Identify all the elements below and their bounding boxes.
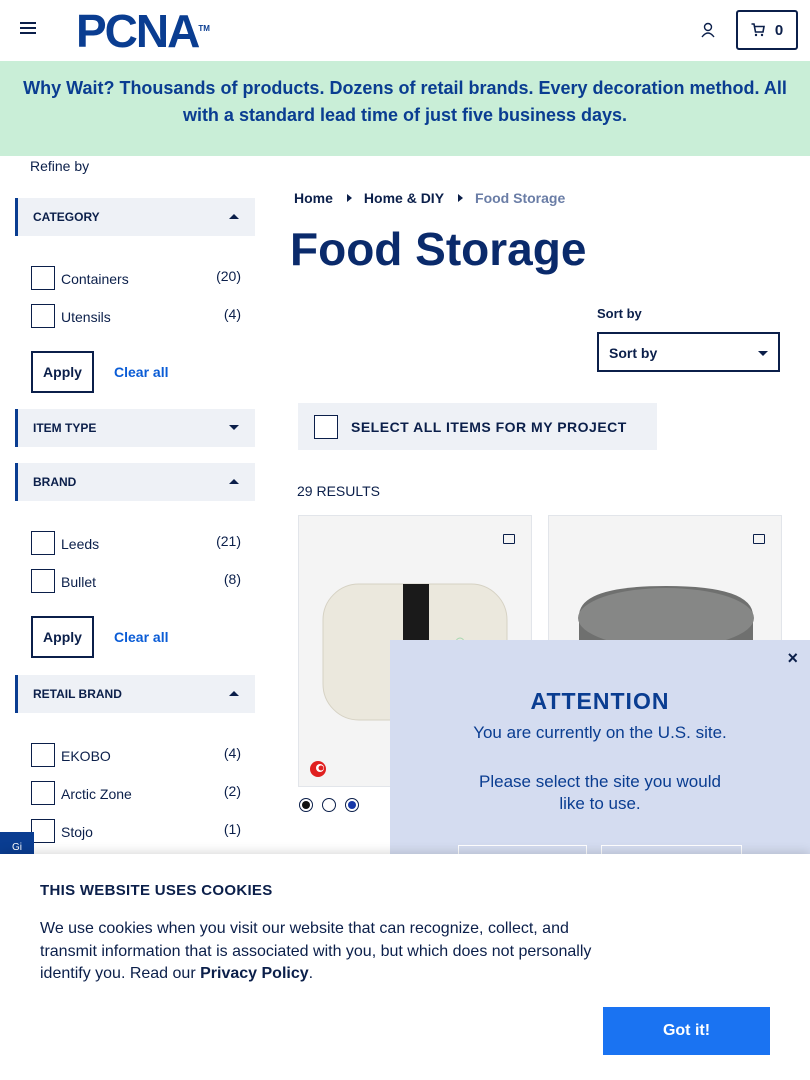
modal-message-3: like to use. [559,794,641,813]
facet-option-bullet[interactable]: Bullet (8) [31,565,243,593]
option-count: (2) [223,783,241,799]
apply-category-button[interactable]: Apply [31,351,94,393]
refine-by-label: Refine by [30,158,90,174]
promo-banner: Why Wait? Thousands of products. Dozens … [0,61,810,156]
option-count: (21) [216,533,241,549]
facet-title: CATEGORY [33,210,100,224]
side-tab-text: Gi [12,842,22,853]
facet-option-utensils[interactable]: Utensils (4) [31,300,243,328]
page: PCNATM 0 Why Wait? Thousands of products… [0,0,810,1080]
color-swatches [299,798,359,812]
cart-button[interactable]: 0 [736,10,798,50]
option-label: EKOBO [61,748,111,764]
modal-message-2: Please select the site you would [479,772,721,791]
clear-all-category-link[interactable]: Clear all [114,364,168,380]
clear-all-brand-link[interactable]: Clear all [114,629,168,645]
option-label: Arctic Zone [61,786,132,802]
option-label: Utensils [61,309,111,325]
page-title: Food Storage [290,223,587,275]
facet-option-stojo[interactable]: Stojo (1) [31,815,243,843]
facet-option-leeds[interactable]: Leeds (21) [31,527,243,555]
modal-message-1: You are currently on the U.S. site. [473,723,727,742]
option-count: (4) [223,306,241,322]
sort-label: Sort by [597,306,642,321]
checkbox[interactable] [31,743,55,767]
privacy-policy-link[interactable]: Privacy Policy [200,965,309,982]
select-all-button[interactable]: SELECT ALL ITEMS FOR MY PROJECT [298,403,657,450]
breadcrumb-current: Food Storage [475,190,566,206]
option-label: Bullet [61,574,97,590]
modal-title: ATTENTION [530,688,670,714]
checkbox[interactable] [31,781,55,805]
chevron-down-icon [758,351,768,356]
option-count: (20) [216,268,241,284]
cart-icon [751,23,765,37]
sort-value: Sort by [609,345,658,361]
option-label: Leeds [61,536,100,552]
facet-header-retail-brand[interactable]: RETAIL BRAND [15,675,255,713]
close-icon[interactable]: × [787,648,798,669]
option-count: (8) [223,571,241,587]
facet-option-arctic-zone[interactable]: Arctic Zone (2) [31,777,243,805]
checkbox[interactable] [31,531,55,555]
hamburger-menu-icon[interactable] [20,22,36,36]
cookie-title: THIS WEBSITE USES COOKIES [40,882,273,899]
caret-up-icon [229,691,239,696]
cookie-period: . [308,965,314,982]
breadcrumb-arrow-icon [346,194,352,202]
cookie-banner: THIS WEBSITE USES COOKIES We use cookies… [0,854,810,1080]
swatch-black[interactable] [299,798,313,812]
checkbox[interactable] [31,266,55,290]
facet-header-brand[interactable]: BRAND [15,463,255,501]
cookie-body-text: We use cookies when you visit our websit… [40,920,592,982]
pcna-logo[interactable]: PCNATM [76,8,210,54]
cart-count: 0 [774,21,784,39]
results-count: 29 RESULTS [297,483,380,499]
swatch-blue[interactable] [345,798,359,812]
site-header: PCNATM 0 [0,0,810,61]
breadcrumb-home[interactable]: Home [294,190,333,206]
site-selection-modal: × ATTENTION You are currently on the U.S… [390,640,810,885]
breadcrumb: Home Home & DIY Food Storage [294,190,565,206]
accept-cookies-button[interactable]: Got it! [603,1007,770,1055]
account-icon[interactable] [700,22,716,38]
option-label: Containers [61,271,129,287]
facet-option-ekobo[interactable]: EKOBO (4) [31,739,243,767]
facet-title: ITEM TYPE [33,421,97,435]
logo-text: PCNA [76,5,200,57]
caret-up-icon [229,479,239,484]
swatch-white[interactable] [322,798,336,812]
breadcrumb-arrow-icon [458,194,464,202]
facet-option-containers[interactable]: Containers (20) [31,262,243,290]
select-all-label: SELECT ALL ITEMS FOR MY PROJECT [351,419,627,435]
apply-brand-button[interactable]: Apply [31,616,94,658]
sort-select[interactable]: Sort by [597,332,780,372]
cookie-message: We use cookies when you visit our websit… [40,918,610,986]
checkbox[interactable] [31,819,55,843]
facet-title: BRAND [33,475,77,489]
select-all-checkbox[interactable] [314,415,338,439]
facet-title: RETAIL BRAND [33,687,122,701]
facet-header-item-type[interactable]: ITEM TYPE [15,409,255,447]
breadcrumb-home-diy[interactable]: Home & DIY [364,190,444,206]
checkbox[interactable] [31,304,55,328]
caret-down-icon [229,425,239,430]
checkbox[interactable] [31,569,55,593]
promo-banner-text: Why Wait? Thousands of products. Dozens … [23,78,787,125]
option-count: (1) [223,821,241,837]
facet-header-category[interactable]: CATEGORY [15,198,255,236]
option-count: (4) [223,745,241,761]
caret-up-icon [229,214,239,219]
logo-tm: TM [198,24,210,33]
option-label: Stojo [61,824,93,840]
